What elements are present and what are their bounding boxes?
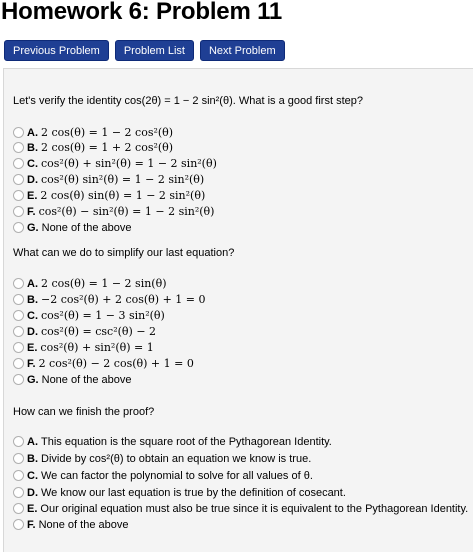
option-text: We know our last equation is true by the…: [41, 486, 346, 499]
radio-button[interactable]: [13, 206, 24, 217]
option-text: cos²(θ) + sin²(θ) = 1: [40, 341, 154, 354]
q1-option-g[interactable]: G. None of the above: [13, 220, 132, 235]
radio-button[interactable]: [13, 222, 24, 233]
option-text: cos²(θ) + sin²(θ) = 1 − 2 sin²(θ): [41, 157, 217, 170]
q1-option-d[interactable]: D. cos²(θ) sin²(θ) = 1 − 2 sin²(θ): [13, 172, 204, 187]
radio-button[interactable]: [13, 358, 24, 369]
q3-option-f[interactable]: F. None of the above: [13, 517, 128, 532]
radio-button[interactable]: [13, 278, 24, 289]
option-text: −2 cos²(θ) + 2 cos(θ) + 1 = 0: [41, 293, 206, 306]
radio-button[interactable]: [13, 519, 24, 530]
question-3-prompt: How can we finish the proof?: [13, 406, 155, 418]
radio-button[interactable]: [13, 142, 24, 153]
q2-option-g[interactable]: G. None of the above: [13, 372, 132, 387]
option-text: None of the above: [41, 221, 132, 234]
option-text: This equation is the square root of the …: [41, 435, 332, 448]
q2-option-b[interactable]: B. −2 cos²(θ) + 2 cos(θ) + 1 = 0: [13, 292, 206, 307]
page-title: Homework 6: Problem 11: [1, 0, 283, 25]
radio-button[interactable]: [13, 436, 24, 447]
radio-button[interactable]: [13, 174, 24, 185]
q2-option-e[interactable]: E. cos²(θ) + sin²(θ) = 1: [13, 340, 154, 355]
q1-option-a[interactable]: A. 2 cos(θ) = 1 − 2 cos²(θ): [13, 125, 173, 140]
q3-option-e[interactable]: E. Our original equation must also be tru…: [13, 501, 468, 516]
next-problem-button[interactable]: Next Problem: [199, 40, 285, 61]
option-text: cos²(θ) = csc²(θ) − 2: [41, 325, 157, 338]
option-text: We can factor the polynomial to solve fo…: [41, 469, 313, 482]
q2-option-f[interactable]: F. 2 cos²(θ) − 2 cos(θ) + 1 = 0: [13, 356, 194, 371]
option-text: Our original equation must also be true …: [40, 502, 469, 515]
option-text: 2 cos(θ) = 1 − 2 cos²(θ): [41, 126, 174, 139]
question-1-prompt: Let's verify the identity cos(2θ) = 1 − …: [13, 95, 363, 107]
radio-button[interactable]: [13, 158, 24, 169]
radio-button[interactable]: [13, 294, 24, 305]
q1-option-c[interactable]: C. cos²(θ) + sin²(θ) = 1 − 2 sin²(θ): [13, 156, 217, 171]
q1-option-b[interactable]: B. 2 cos(θ) = 1 + 2 cos²(θ): [13, 140, 173, 155]
option-text: Divide by cos²(θ) to obtain an equation …: [41, 452, 312, 465]
q3-option-d[interactable]: D. We know our last equation is true by t…: [13, 485, 346, 500]
question-2-prompt: What can we do to simplify our last equa…: [13, 247, 235, 259]
radio-button[interactable]: [13, 503, 24, 514]
option-text: None of the above: [41, 373, 132, 386]
radio-button[interactable]: [13, 470, 24, 481]
q3-option-a[interactable]: A. This equation is the square root of th…: [13, 434, 332, 449]
option-text: cos²(θ) − sin²(θ) = 1 − 2 sin²(θ): [38, 205, 215, 218]
q2-option-a[interactable]: A. 2 cos(θ) = 1 − 2 sin(θ): [13, 276, 167, 291]
problem-navigation: Previous Problem Problem List Next Probl…: [4, 40, 285, 61]
radio-button[interactable]: [13, 374, 24, 385]
q3-option-b[interactable]: B. Divide by cos²(θ) to obtain an equatio…: [13, 451, 311, 466]
option-text: 2 cos(θ) sin(θ) = 1 − 2 sin²(θ): [40, 189, 206, 202]
problem-body: Let's verify the identity cos(2θ) = 1 − …: [3, 68, 473, 552]
option-text: None of the above: [38, 518, 129, 531]
radio-button[interactable]: [13, 453, 24, 464]
previous-problem-button[interactable]: Previous Problem: [4, 40, 109, 61]
option-text: 2 cos²(θ) − 2 cos(θ) + 1 = 0: [38, 357, 194, 370]
radio-button[interactable]: [13, 487, 24, 498]
radio-button[interactable]: [13, 326, 24, 337]
radio-button[interactable]: [13, 310, 24, 321]
radio-button[interactable]: [13, 127, 24, 138]
q2-option-d[interactable]: D. cos²(θ) = csc²(θ) − 2: [13, 324, 156, 339]
option-text: 2 cos(θ) = 1 + 2 cos²(θ): [41, 141, 174, 154]
q1-option-f[interactable]: F. cos²(θ) − sin²(θ) = 1 − 2 sin²(θ): [13, 204, 214, 219]
q2-option-c[interactable]: C. cos²(θ) = 1 − 3 sin²(θ): [13, 308, 165, 323]
q3-option-c[interactable]: C. We can factor the polynomial to solve …: [13, 468, 313, 483]
option-text: cos²(θ) = 1 − 3 sin²(θ): [41, 309, 165, 322]
q1-option-e[interactable]: E. 2 cos(θ) sin(θ) = 1 − 2 sin²(θ): [13, 188, 205, 203]
radio-button[interactable]: [13, 342, 24, 353]
option-text: cos²(θ) sin²(θ) = 1 − 2 sin²(θ): [41, 173, 205, 186]
option-text: 2 cos(θ) = 1 − 2 sin(θ): [41, 277, 167, 290]
problem-list-button[interactable]: Problem List: [114, 40, 194, 61]
radio-button[interactable]: [13, 190, 24, 201]
